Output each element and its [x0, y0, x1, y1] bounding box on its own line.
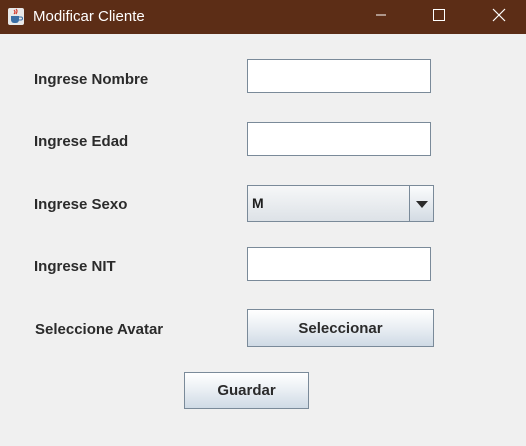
sexo-dropdown-button[interactable] — [409, 186, 433, 221]
edad-label: Ingrese Edad — [34, 133, 129, 150]
window-title: Modificar Cliente — [33, 8, 145, 25]
sexo-selected-value: M — [252, 195, 264, 211]
sexo-label: Ingrese Sexo — [34, 196, 128, 213]
sexo-select[interactable]: M — [247, 185, 434, 222]
close-button[interactable] — [476, 0, 522, 34]
minimize-icon — [375, 8, 387, 26]
nit-input[interactable] — [247, 247, 431, 281]
chevron-down-icon — [415, 195, 428, 213]
minimize-button[interactable] — [358, 0, 404, 34]
maximize-icon — [433, 8, 445, 26]
nombre-label: Ingrese Nombre — [34, 71, 149, 88]
java-cup-icon — [8, 8, 24, 25]
nit-label: Ingrese NIT — [34, 258, 116, 275]
edad-input[interactable] — [247, 122, 431, 156]
title-bar[interactable]: Modificar Cliente — [0, 0, 526, 34]
close-icon — [492, 8, 506, 27]
save-button[interactable]: Guardar — [184, 372, 309, 409]
nombre-input[interactable] — [247, 59, 431, 93]
maximize-button[interactable] — [416, 0, 462, 34]
avatar-label: Seleccione Avatar — [35, 321, 164, 338]
select-avatar-button[interactable]: Seleccionar — [247, 309, 434, 347]
